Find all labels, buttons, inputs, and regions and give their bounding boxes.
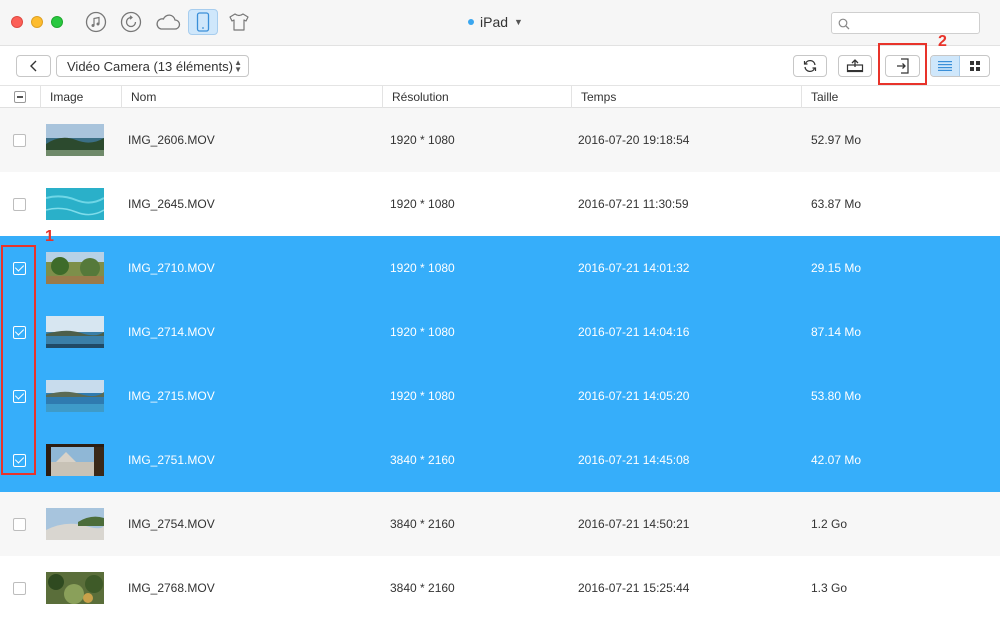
ipad-device-icon[interactable] bbox=[188, 9, 218, 35]
resolution: 1920 * 1080 bbox=[390, 389, 455, 403]
file-name: IMG_2754.MOV bbox=[128, 517, 215, 531]
back-button[interactable] bbox=[16, 55, 51, 77]
refresh-icon bbox=[803, 59, 817, 73]
row-checkbox[interactable] bbox=[13, 518, 26, 531]
row-checkbox[interactable] bbox=[13, 198, 26, 211]
file-name: IMG_2714.MOV bbox=[128, 325, 215, 339]
column-header-size[interactable]: Taille bbox=[801, 86, 1000, 108]
minimize-window-button[interactable] bbox=[31, 16, 43, 28]
row-checkbox[interactable] bbox=[13, 134, 26, 147]
file-size: 1.3 Go bbox=[811, 581, 848, 595]
search-input[interactable] bbox=[831, 12, 980, 34]
video-thumbnail bbox=[46, 572, 104, 604]
history-icon[interactable] bbox=[116, 9, 146, 35]
resolution: 1920 * 1080 bbox=[390, 133, 455, 147]
list-icon bbox=[938, 61, 952, 71]
file-size: 63.87 Mo bbox=[811, 197, 862, 211]
column-header-resolution[interactable]: Résolution bbox=[382, 86, 571, 108]
grid-icon bbox=[969, 61, 980, 71]
table-row[interactable]: IMG_2751.MOV 3840 * 2160 2016-07-21 14:45:… bbox=[0, 428, 1000, 492]
annotation-number-1: 1 bbox=[45, 228, 54, 245]
column-header-image[interactable]: Image bbox=[40, 86, 121, 108]
resolution: 1920 * 1080 bbox=[390, 261, 455, 275]
table-row[interactable]: IMG_2606.MOV 1920 * 1080 2016-07-20 19:18:… bbox=[0, 108, 1000, 172]
file-name: IMG_2710.MOV bbox=[128, 261, 215, 275]
annotation-box-2 bbox=[878, 43, 927, 85]
music-icon[interactable] bbox=[81, 9, 111, 35]
chevron-down-icon: ▼ bbox=[514, 17, 523, 27]
icloud-icon[interactable] bbox=[153, 9, 183, 35]
title-bar: iPad ▼ bbox=[0, 0, 1000, 46]
table-row[interactable]: IMG_2754.MOV 3840 * 2160 2016-07-21 14:50:… bbox=[0, 492, 1000, 556]
resolution: 3840 * 2160 bbox=[390, 453, 455, 467]
file-name: IMG_2606.MOV bbox=[128, 133, 215, 147]
resolution: 1920 * 1080 bbox=[390, 325, 455, 339]
file-size: 53.80 Mo bbox=[811, 389, 862, 403]
video-thumbnail bbox=[46, 444, 104, 476]
video-thumbnail bbox=[46, 124, 104, 156]
album-select-label: Vidéo Camera (13 éléments) bbox=[67, 58, 233, 74]
file-name: IMG_2645.MOV bbox=[128, 197, 215, 211]
chevron-left-icon bbox=[29, 60, 36, 72]
file-size: 29.15 Mo bbox=[811, 261, 862, 275]
list-view-button[interactable] bbox=[931, 56, 961, 76]
device-status-dot bbox=[468, 19, 474, 25]
view-mode-toggle bbox=[930, 55, 990, 77]
file-size: 42.07 Mo bbox=[811, 453, 862, 467]
table-row[interactable]: IMG_2645.MOV 1920 * 1080 2016-07-21 11:30:… bbox=[0, 172, 1000, 236]
timestamp: 2016-07-21 14:50:21 bbox=[578, 517, 690, 531]
resolution: 3840 * 2160 bbox=[390, 517, 455, 531]
table-row[interactable]: IMG_2714.MOV 1920 * 1080 2016-07-21 14:04:… bbox=[0, 300, 1000, 364]
annotation-number-2: 2 bbox=[938, 33, 947, 50]
device-selector[interactable]: iPad ▼ bbox=[468, 14, 523, 30]
timestamp: 2016-07-21 14:01:32 bbox=[578, 261, 690, 275]
annotation-box-1 bbox=[1, 245, 36, 475]
export-icon bbox=[846, 59, 864, 73]
video-thumbnail bbox=[46, 380, 104, 412]
table-row[interactable]: IMG_2710.MOV 1920 * 1080 2016-07-21 14:01:… bbox=[0, 236, 1000, 300]
updown-chevron-icon: ▲ ▼ bbox=[234, 58, 242, 74]
tshirt-icon[interactable] bbox=[224, 9, 254, 35]
row-checkbox[interactable] bbox=[13, 582, 26, 595]
timestamp: 2016-07-21 15:25:44 bbox=[578, 581, 690, 595]
file-name: IMG_2751.MOV bbox=[128, 453, 215, 467]
close-window-button[interactable] bbox=[11, 16, 23, 28]
search-icon bbox=[838, 18, 850, 30]
timestamp: 2016-07-20 19:18:54 bbox=[578, 133, 690, 147]
device-name: iPad bbox=[480, 14, 509, 30]
table-header: Image Nom Résolution Temps Taille bbox=[0, 86, 1000, 108]
album-select[interactable]: Vidéo Camera (13 éléments) ▲ ▼ bbox=[56, 55, 249, 77]
file-size: 1.2 Go bbox=[811, 517, 848, 531]
column-header-time[interactable]: Temps bbox=[571, 86, 801, 108]
zoom-window-button[interactable] bbox=[51, 16, 63, 28]
select-all-checkbox[interactable] bbox=[14, 91, 26, 103]
file-size: 52.97 Mo bbox=[811, 133, 862, 147]
timestamp: 2016-07-21 11:30:59 bbox=[578, 197, 689, 211]
file-size: 87.14 Mo bbox=[811, 325, 862, 339]
video-thumbnail bbox=[46, 188, 104, 220]
column-header-name[interactable]: Nom bbox=[121, 86, 382, 108]
export-to-computer-button[interactable] bbox=[838, 55, 872, 77]
table-row[interactable]: IMG_2768.MOV 3840 * 2160 2016-07-21 15:25:… bbox=[0, 556, 1000, 620]
video-thumbnail bbox=[46, 252, 104, 284]
video-thumbnail bbox=[46, 316, 104, 348]
grid-view-button[interactable] bbox=[960, 56, 989, 76]
file-name: IMG_2715.MOV bbox=[128, 389, 215, 403]
file-name: IMG_2768.MOV bbox=[128, 581, 215, 595]
content-toolbar: Vidéo Camera (13 éléments) ▲ ▼ bbox=[0, 46, 1000, 86]
video-thumbnail bbox=[46, 508, 104, 540]
resolution: 1920 * 1080 bbox=[390, 197, 455, 211]
table-row[interactable]: IMG_2715.MOV 1920 * 1080 2016-07-21 14:05:… bbox=[0, 364, 1000, 428]
timestamp: 2016-07-21 14:04:16 bbox=[578, 325, 690, 339]
refresh-button[interactable] bbox=[793, 55, 827, 77]
timestamp: 2016-07-21 14:45:08 bbox=[578, 453, 690, 467]
timestamp: 2016-07-21 14:05:20 bbox=[578, 389, 690, 403]
resolution: 3840 * 2160 bbox=[390, 581, 455, 595]
